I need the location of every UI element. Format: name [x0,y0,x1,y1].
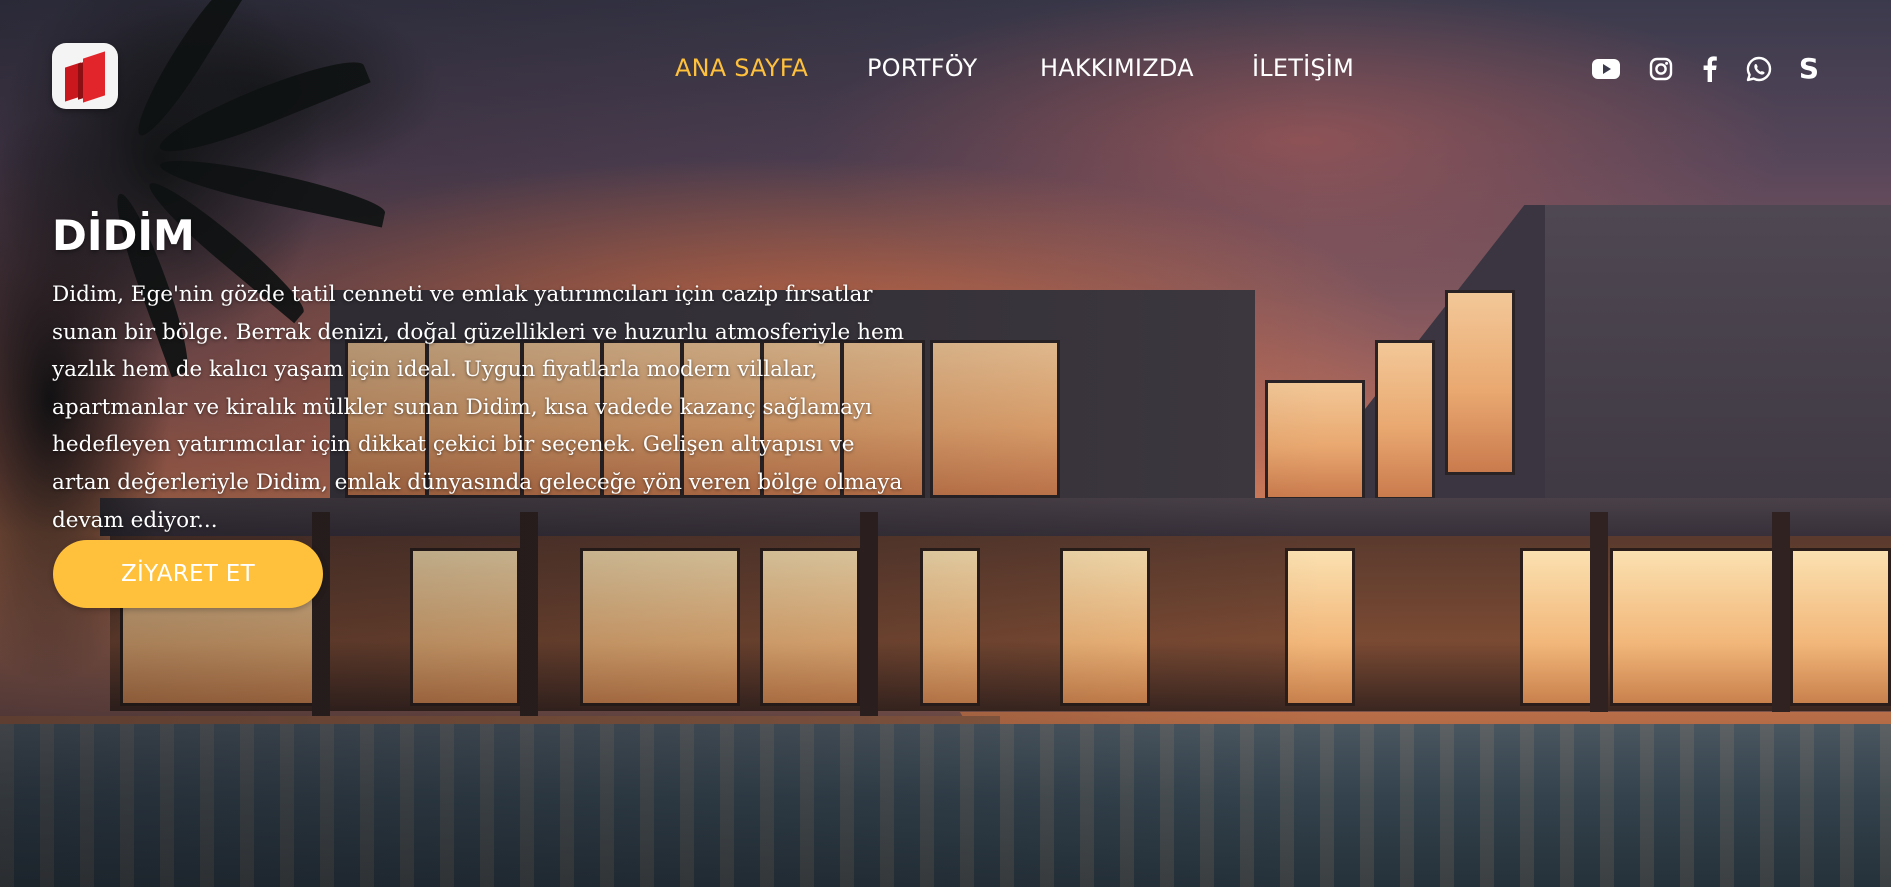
logo-bar [83,51,105,103]
hero-title: DİDİM [52,211,195,260]
facebook-icon[interactable] [1693,52,1727,86]
sahibinden-letter: S [1798,52,1820,85]
visit-button[interactable]: ZİYARET ET [53,540,323,608]
nav-link-iletisim[interactable]: İLETİŞİM [1252,52,1354,84]
youtube-icon[interactable] [1589,52,1623,86]
nav-link-hakkimizda[interactable]: HAKKIMIZDA [1040,52,1194,84]
logo[interactable] [52,43,118,109]
hero-description: Didim, Ege'nin gözde tatil cenneti ve em… [52,282,905,533]
whatsapp-icon[interactable] [1742,52,1776,86]
nav-link-portfoy[interactable]: PORTFÖY [867,52,977,84]
nav-link-ana-sayfa[interactable]: ANA SAYFA [675,52,808,84]
instagram-icon[interactable] [1644,52,1678,86]
sahibinden-icon[interactable]: S [1792,52,1826,86]
